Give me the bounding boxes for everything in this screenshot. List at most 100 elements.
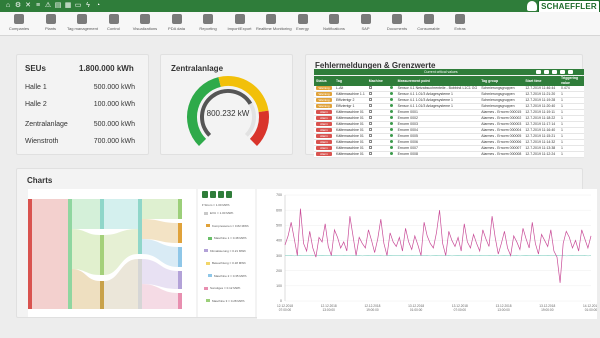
- color-swatch: [208, 236, 212, 240]
- nav-item-companies[interactable]: Companies: [4, 14, 34, 36]
- machine-checkbox[interactable]: [368, 128, 372, 131]
- machine-checkbox[interactable]: [368, 116, 372, 119]
- machine-checkbox[interactable]: [368, 146, 372, 149]
- machine-checkbox[interactable]: [368, 152, 372, 155]
- chart-icon[interactable]: ▤: [54, 2, 62, 10]
- col-machine[interactable]: Machine: [366, 76, 389, 86]
- nav-item-plants[interactable]: Plants: [36, 14, 66, 36]
- user-icon[interactable]: [527, 1, 537, 11]
- energy-icon[interactable]: ϟ: [84, 2, 92, 10]
- nav-item-notifications[interactable]: Notifications: [319, 14, 349, 36]
- tag-cell: Kältemaschine 01: [336, 128, 364, 132]
- tag-group-cell: Schmierungsgruppen: [481, 92, 515, 96]
- bell-icon[interactable]: ◔: [94, 2, 102, 10]
- tools-icon[interactable]: ✕: [24, 2, 32, 10]
- settings-icon[interactable]: [218, 191, 224, 198]
- tag-cell: Kältemaschine 01: [336, 116, 364, 120]
- sankey-diagram: [28, 189, 196, 317]
- alerts-table: Status Tag Machine Measurement point Tag…: [314, 76, 584, 158]
- nav-item-import-export[interactable]: Import/Export: [225, 14, 255, 36]
- table-icon[interactable]: [202, 191, 208, 198]
- col-status[interactable]: Status: [314, 76, 334, 86]
- table-cell: Alarm: [314, 115, 334, 122]
- tag-group-cell: Alarmes - Ernorm 000005: [481, 134, 522, 138]
- col-measurement-point[interactable]: Measurement point: [395, 76, 480, 86]
- table-cell: Alarmes - Ernorm 000004: [479, 127, 524, 134]
- chart-icon[interactable]: [210, 191, 216, 198]
- table-cell: Kältemaschine 01: [334, 115, 367, 122]
- machine-checkbox[interactable]: [368, 92, 372, 95]
- col-triggering-value[interactable]: Triggering value: [559, 76, 584, 86]
- color-swatch: [206, 299, 210, 303]
- nav-item-tag-management[interactable]: Tag management: [67, 14, 98, 36]
- tree-root[interactable]: ▾ Strom = 1.00 MWh: [202, 203, 229, 207]
- nav-item-realtime-monitoring[interactable]: Realtime Monitoring: [256, 14, 292, 36]
- list-icon[interactable]: ≡: [34, 2, 42, 10]
- machine-checkbox[interactable]: [368, 98, 372, 101]
- nav-item-extras[interactable]: Extras: [445, 14, 475, 36]
- nav-item-documents[interactable]: Documents: [382, 14, 412, 36]
- nav-item-pda-data[interactable]: PDA data: [162, 14, 192, 36]
- tag-cell: Effizientgr 2: [336, 98, 355, 102]
- filter-icon[interactable]: [552, 70, 557, 74]
- nav-item-sap[interactable]: SAP: [351, 14, 381, 36]
- status-badge: Warning: [316, 86, 332, 90]
- machine-checkbox[interactable]: [368, 104, 372, 107]
- grid-icon[interactable]: ▦: [64, 2, 72, 10]
- measurement-point-cell: Sensor 4.1 1.01/3 Anlagesysteme 1: [397, 104, 453, 108]
- tree-item[interactable]: EVU = 1.00 MWh: [204, 211, 233, 215]
- tag-cell: Kältemaschine 01: [336, 152, 364, 156]
- tree-item[interactable]: Sonstiges = 0.12 MWh: [204, 286, 240, 290]
- tree-item[interactable]: Maschine 1 = 0.48 MWh: [208, 236, 246, 240]
- nav-item-energy[interactable]: Energy: [288, 14, 318, 36]
- machine-checkbox[interactable]: [368, 134, 372, 137]
- x-tick-label: 12.12.2018 13:00:00: [321, 304, 337, 312]
- col-info[interactable]: [388, 76, 396, 86]
- nav-item-visualizations[interactable]: Visualizations: [130, 14, 160, 36]
- x-tick-label: 13.12.2018 01:00:00: [408, 304, 424, 312]
- machine-checkbox[interactable]: [368, 122, 372, 125]
- settings-icon[interactable]: ⚙: [14, 2, 22, 10]
- col-tag-group[interactable]: Tag group: [479, 76, 524, 86]
- tree-item[interactable]: Kompressoren = 0.82 MWh: [206, 224, 249, 228]
- nav-item-reporting[interactable]: Reporting: [193, 14, 223, 36]
- nav-item-control[interactable]: Control: [99, 14, 129, 36]
- nav-item-label: Energy: [296, 26, 309, 31]
- seus-title: SEUs: [25, 64, 46, 73]
- info-icon: [390, 98, 394, 101]
- machine-checkbox[interactable]: [368, 110, 372, 113]
- table-cell: 12.7.2019 11:15:21: [523, 133, 559, 140]
- tree-item[interactable]: Maschine 2 = 0.35 MWh: [208, 274, 246, 278]
- warning-icon[interactable]: ⚠: [44, 2, 52, 10]
- col-start-time[interactable]: Start time: [523, 76, 559, 86]
- home-icon[interactable]: ⌂: [4, 2, 12, 10]
- machine-checkbox[interactable]: [368, 86, 372, 89]
- tree-item[interactable]: Maschine 3 = 0.28 MWh: [206, 299, 244, 303]
- refresh-icon[interactable]: [560, 70, 565, 74]
- print-icon[interactable]: [536, 70, 541, 74]
- sankey-node-out-3: [178, 247, 182, 267]
- table-cell: Alarm: [314, 151, 334, 158]
- table-row[interactable]: Warning Kältemaschine 1.1 Sensor 4.1 1.01/…: [314, 91, 584, 98]
- zoom-icon[interactable]: [226, 191, 232, 198]
- tree-item[interactable]: Beleuchtung = 0.18 MWh: [206, 261, 246, 265]
- alerts-toolbar: Current critical values: [314, 69, 584, 75]
- table-cell: 12.7.2019 11:17:14: [523, 121, 559, 128]
- col-tag[interactable]: Tag: [334, 76, 367, 86]
- tag-group-cell: Schmierungsgruppen: [481, 104, 515, 108]
- triggering-value-cell: 1: [561, 104, 563, 108]
- sankey-node-gas: [28, 199, 32, 309]
- nav-item-label: Consumable: [417, 26, 440, 31]
- export-icon[interactable]: [544, 70, 549, 74]
- table-cell: Alarmes - Ernorm 000006: [479, 139, 524, 146]
- table-row[interactable]: Alarm Kältemaschine 01 Ernorm 0008 Alarmes …: [314, 151, 584, 158]
- download-icon[interactable]: [568, 70, 573, 74]
- document-icon[interactable]: ▭: [74, 2, 82, 10]
- table-cell: Alarm: [314, 109, 334, 116]
- tree-item[interactable]: Klimatisierung = 0.21 MWh: [204, 249, 246, 253]
- measurement-point-cell: Sensor 4.1 1.01/3 Anlagesysteme 1: [397, 98, 453, 102]
- nav-item-consumable[interactable]: Consumable: [414, 14, 444, 36]
- status-badge: Alarm: [316, 152, 332, 156]
- top-toolbar: ⌂ ⚙ ✕ ≡ ⚠ ▤ ▦ ▭ ϟ ◔: [0, 0, 600, 12]
- machine-checkbox[interactable]: [368, 140, 372, 143]
